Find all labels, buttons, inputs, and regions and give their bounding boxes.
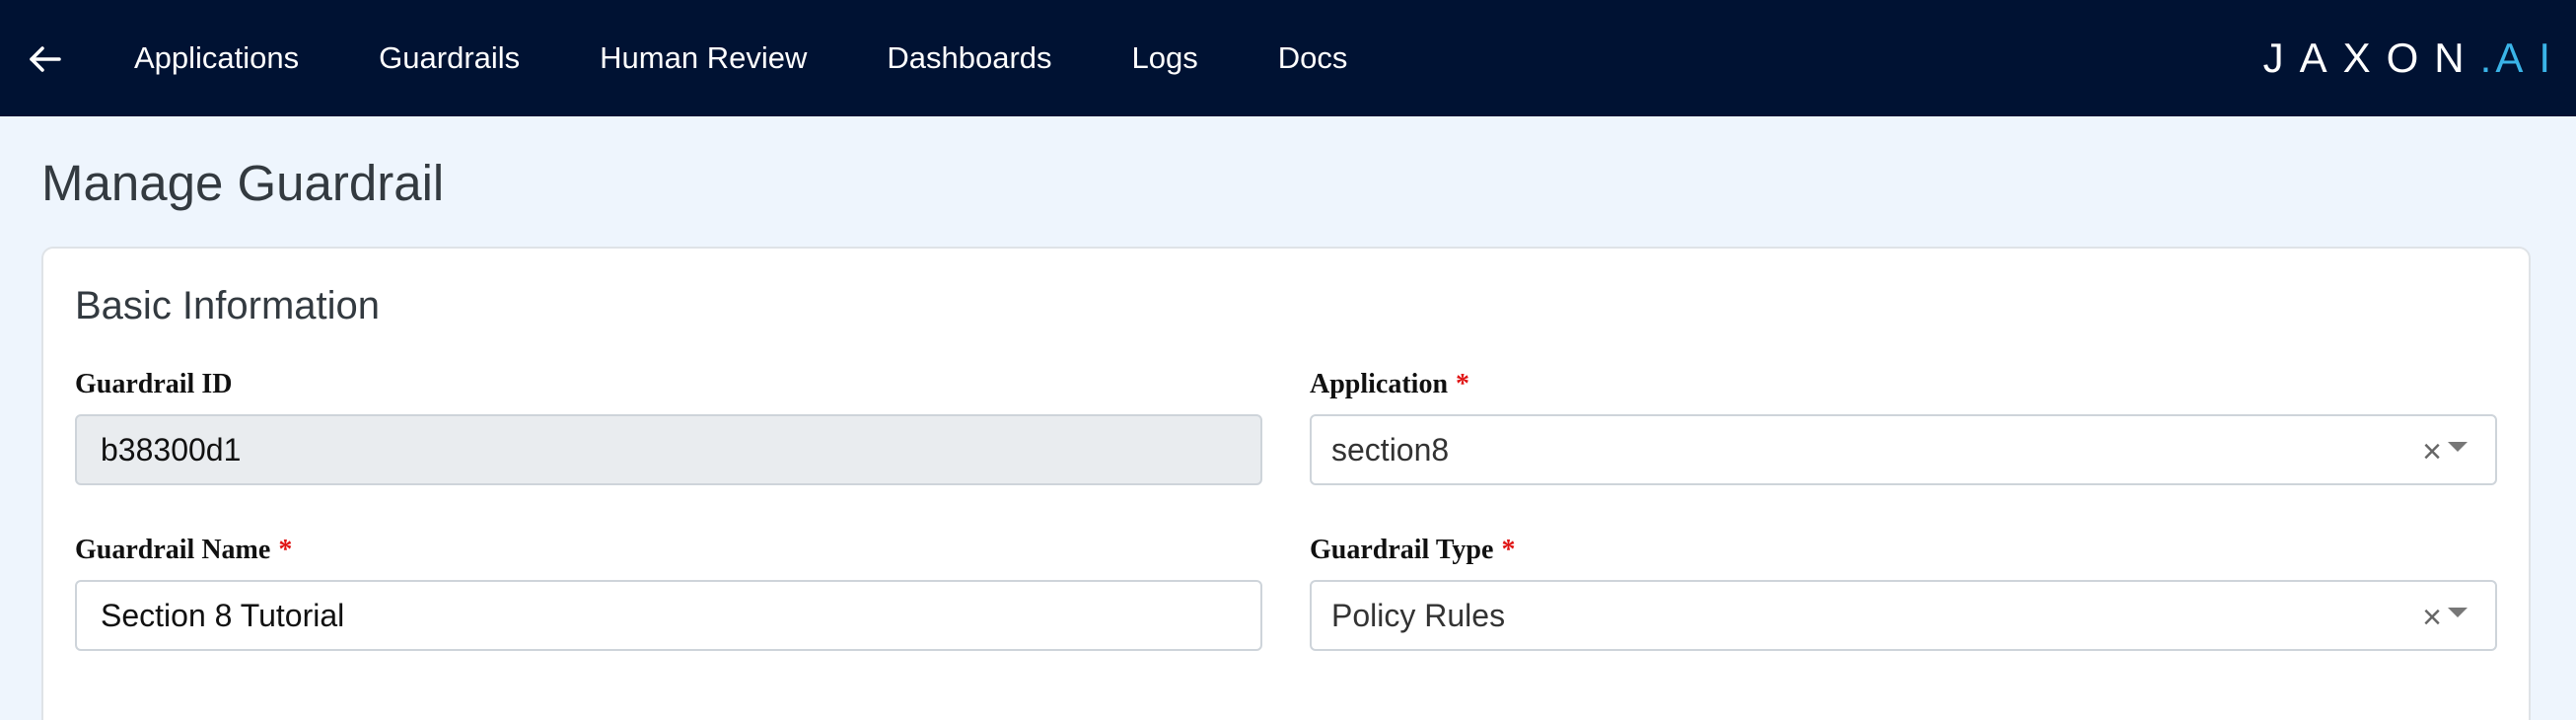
nav-item-human-review[interactable]: Human Review <box>600 40 807 76</box>
application-selected-value: section8 <box>1331 431 1450 468</box>
application-label-text: Application <box>1310 369 1449 399</box>
page-title: Manage Guardrail <box>41 155 445 211</box>
guardrail-name-label: Guardrail Name * <box>75 535 292 566</box>
basic-information-card: Basic Information Guardrail ID b38300d1 … <box>41 247 2531 720</box>
application-label: Application * <box>1310 369 1469 400</box>
logo-suffix: AI <box>2495 35 2566 81</box>
guardrail-id-label-text: Guardrail ID <box>75 369 233 399</box>
guardrail-name-input[interactable]: Section 8 Tutorial <box>75 580 1262 651</box>
guardrail-name-label-text: Guardrail Name <box>75 535 271 565</box>
top-navbar: Applications Guardrails Human Review Das… <box>0 0 2576 116</box>
logo-dot: . <box>2479 35 2496 81</box>
back-button[interactable] <box>26 39 65 79</box>
caret-down-icon[interactable] <box>2448 442 2468 452</box>
guardrail-id-label: Guardrail ID <box>75 369 232 400</box>
guardrail-id-field: b38300d1 <box>75 414 1262 485</box>
jaxon-ai-logo[interactable]: JAXON. AI <box>2263 32 2566 85</box>
caret-down-icon[interactable] <box>2448 608 2468 617</box>
nav-item-applications[interactable]: Applications <box>134 40 299 76</box>
guardrail-type-select[interactable]: Policy Rules × <box>1310 580 2497 651</box>
guardrail-type-label-text: Guardrail Type <box>1310 535 1494 565</box>
select-controls: × <box>2422 582 2468 649</box>
clear-icon[interactable]: × <box>2422 601 2442 634</box>
card-title: Basic Information <box>75 284 381 327</box>
nav-item-guardrails[interactable]: Guardrails <box>379 40 520 76</box>
required-asterisk: * <box>278 535 293 565</box>
guardrail-id-value: b38300d1 <box>101 431 242 468</box>
guardrail-name-value: Section 8 Tutorial <box>101 597 345 633</box>
arrow-left-icon <box>30 46 61 72</box>
required-asterisk: * <box>1501 535 1516 565</box>
required-asterisk: * <box>1456 369 1470 399</box>
logo-main-text: JAXON <box>2262 35 2480 81</box>
clear-icon[interactable]: × <box>2422 435 2442 468</box>
application-select[interactable]: section8 × <box>1310 414 2497 485</box>
nav-item-logs[interactable]: Logs <box>1132 40 1198 76</box>
guardrail-type-label: Guardrail Type * <box>1310 535 1515 566</box>
select-controls: × <box>2422 416 2468 483</box>
nav-item-dashboards[interactable]: Dashboards <box>887 40 1051 76</box>
nav-menu: Applications Guardrails Human Review Das… <box>134 0 1427 116</box>
guardrail-type-selected-value: Policy Rules <box>1331 597 1506 633</box>
nav-item-docs[interactable]: Docs <box>1278 40 1348 76</box>
